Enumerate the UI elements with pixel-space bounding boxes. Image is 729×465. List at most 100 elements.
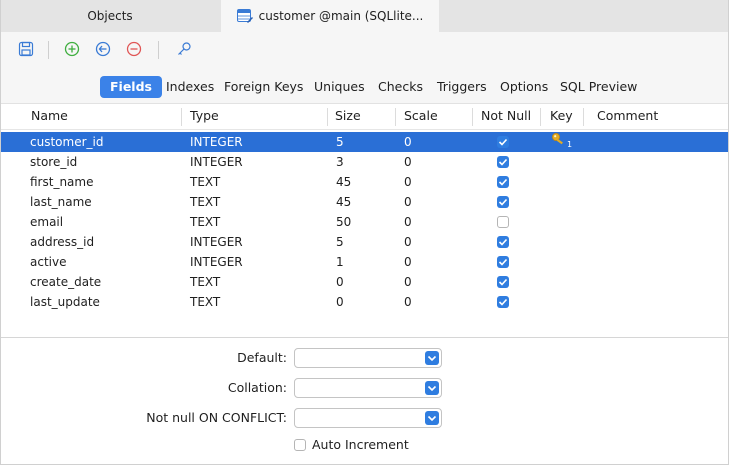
table-row[interactable]: customer_id INTEGER 5 0 1	[1, 132, 728, 152]
field-type-cell[interactable]: INTEGER	[190, 152, 243, 172]
auto-increment-label: Auto Increment	[312, 437, 409, 452]
toolbar	[1, 32, 728, 68]
column-separator[interactable]	[395, 108, 396, 126]
tab-uniques[interactable]: Uniques	[304, 76, 375, 98]
insert-field-button[interactable]	[93, 40, 113, 60]
column-separator[interactable]	[540, 108, 541, 126]
table-row[interactable]: last_name TEXT 45 0	[1, 192, 728, 212]
tab-options[interactable]: Options	[490, 76, 558, 98]
tab-sql-preview[interactable]: SQL Preview	[550, 76, 647, 98]
field-name-cell[interactable]: store_id	[30, 152, 77, 172]
field-type-cell[interactable]: TEXT	[190, 172, 220, 192]
field-size-cell[interactable]: 5	[336, 232, 344, 252]
field-type-cell[interactable]: INTEGER	[190, 132, 243, 152]
field-scale-cell[interactable]: 0	[404, 292, 412, 312]
not-null-conflict-select[interactable]	[294, 408, 442, 428]
field-type-cell[interactable]: TEXT	[190, 192, 220, 212]
field-name-cell[interactable]: create_date	[30, 272, 101, 292]
field-scale-cell[interactable]: 0	[404, 272, 412, 292]
field-properties: Default: Collation: Not null ON CONFLICT…	[1, 338, 728, 464]
column-header-size[interactable]: Size	[335, 104, 361, 130]
field-scale-cell[interactable]: 0	[404, 212, 412, 232]
field-size-cell[interactable]: 50	[336, 212, 351, 232]
not-null-checkbox[interactable]	[497, 256, 509, 268]
tab-objects-label: Objects	[87, 9, 133, 23]
save-icon	[18, 41, 34, 60]
table-row[interactable]: create_date TEXT 0 0	[1, 272, 728, 292]
field-name-cell[interactable]: active	[30, 252, 66, 272]
field-type-cell[interactable]: INTEGER	[190, 232, 243, 252]
key-icon	[176, 41, 192, 60]
table-row[interactable]: address_id INTEGER 5 0	[1, 232, 728, 252]
chevron-down-icon	[425, 411, 439, 425]
tab-foreign-keys[interactable]: Foreign Keys	[214, 76, 313, 98]
field-scale-cell[interactable]: 0	[404, 172, 412, 192]
column-header-key[interactable]: Key	[550, 104, 573, 130]
delete-field-button[interactable]	[124, 40, 144, 60]
not-null-conflict-label: Not null ON CONFLICT:	[146, 410, 287, 425]
column-separator[interactable]	[181, 108, 182, 126]
field-scale-cell[interactable]: 0	[404, 192, 412, 212]
column-header-comment[interactable]: Comment	[597, 104, 658, 130]
tab-objects[interactable]: Objects	[1, 0, 219, 32]
column-separator[interactable]	[583, 108, 584, 126]
auto-increment-checkbox[interactable]	[294, 438, 306, 451]
field-scale-cell[interactable]: 0	[404, 252, 412, 272]
field-size-cell[interactable]: 45	[336, 172, 351, 192]
tab-fields[interactable]: Fields	[100, 76, 162, 98]
field-name-cell[interactable]: last_update	[30, 292, 100, 312]
field-size-cell[interactable]: 0	[336, 272, 344, 292]
field-type-cell[interactable]: TEXT	[190, 272, 220, 292]
tab-checks[interactable]: Checks	[368, 76, 433, 98]
field-type-cell[interactable]: TEXT	[190, 212, 220, 232]
field-name-cell[interactable]: address_id	[30, 232, 94, 252]
not-null-checkbox[interactable]	[497, 216, 509, 228]
not-null-checkbox[interactable]	[497, 296, 509, 308]
table-row[interactable]: store_id INTEGER 3 0	[1, 152, 728, 172]
chevron-down-icon	[425, 351, 439, 365]
table-row[interactable]: first_name TEXT 45 0	[1, 172, 728, 192]
toolbar-separator	[48, 41, 49, 59]
field-size-cell[interactable]: 1	[336, 252, 344, 272]
tab-customer-design[interactable]: customer @main (SQLlite...	[221, 0, 439, 32]
field-scale-cell[interactable]: 0	[404, 132, 412, 152]
column-header-name[interactable]: Name	[31, 104, 68, 130]
table-row[interactable]: last_update TEXT 0 0	[1, 292, 728, 312]
chevron-down-icon	[425, 381, 439, 395]
save-button[interactable]	[16, 40, 36, 60]
tab-customer-label: customer @main (SQLlite...	[258, 9, 424, 23]
field-name-cell[interactable]: last_name	[30, 192, 92, 212]
table-row[interactable]: active INTEGER 1 0	[1, 252, 728, 272]
default-label: Default:	[237, 350, 287, 365]
tab-strip: Objects customer @main (SQLlite...	[1, 0, 728, 32]
column-separator[interactable]	[327, 108, 328, 126]
auto-increment-option[interactable]: Auto Increment	[294, 437, 409, 452]
field-scale-cell[interactable]: 0	[404, 232, 412, 252]
primary-key-button[interactable]	[174, 40, 194, 60]
add-field-button[interactable]	[62, 40, 82, 60]
column-header-type[interactable]: Type	[190, 104, 219, 130]
table-row[interactable]: email TEXT 50 0	[1, 212, 728, 232]
not-null-checkbox[interactable]	[497, 196, 509, 208]
not-null-checkbox[interactable]	[497, 276, 509, 288]
field-size-cell[interactable]: 5	[336, 132, 344, 152]
field-type-cell[interactable]: INTEGER	[190, 252, 243, 272]
field-type-cell[interactable]: TEXT	[190, 292, 220, 312]
not-null-checkbox[interactable]	[497, 136, 509, 148]
field-name-cell[interactable]: email	[30, 212, 63, 232]
column-header-not-null[interactable]: Not Null	[481, 104, 531, 130]
tab-triggers[interactable]: Triggers	[427, 76, 497, 98]
field-name-cell[interactable]: customer_id	[30, 132, 103, 152]
field-scale-cell[interactable]: 0	[404, 152, 412, 172]
field-size-cell[interactable]: 45	[336, 192, 351, 212]
column-header-scale[interactable]: Scale	[404, 104, 438, 130]
default-select[interactable]	[294, 348, 442, 368]
field-size-cell[interactable]: 3	[336, 152, 344, 172]
not-null-checkbox[interactable]	[497, 176, 509, 188]
field-size-cell[interactable]: 0	[336, 292, 344, 312]
not-null-checkbox[interactable]	[497, 236, 509, 248]
not-null-checkbox[interactable]	[497, 156, 509, 168]
collation-select[interactable]	[294, 378, 442, 398]
column-separator[interactable]	[472, 108, 473, 126]
field-name-cell[interactable]: first_name	[30, 172, 93, 192]
